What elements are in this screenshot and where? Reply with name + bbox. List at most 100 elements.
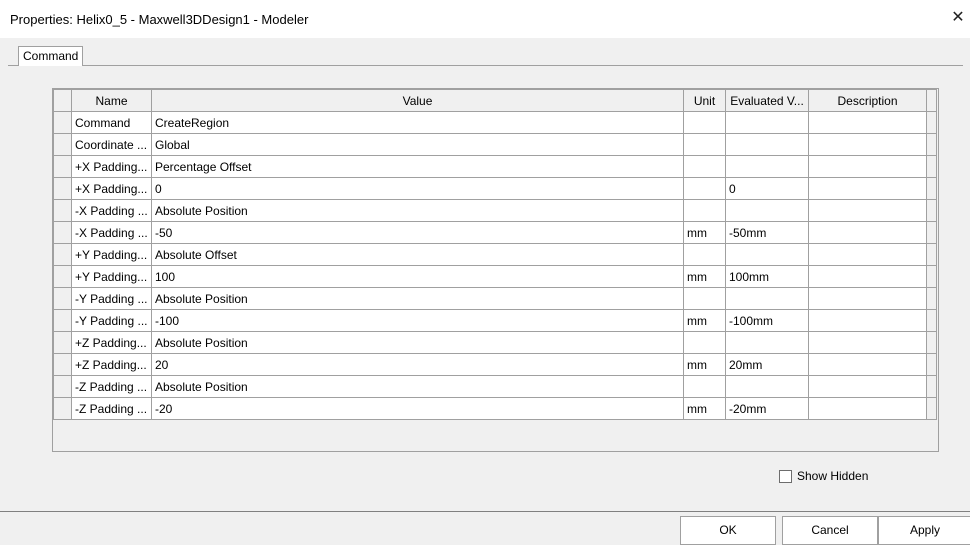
close-icon[interactable]: ✕ [950, 10, 966, 26]
cell-value[interactable]: Absolute Position [151, 375, 684, 398]
cell-value[interactable]: -100 [151, 309, 684, 332]
cell-unit[interactable] [683, 243, 726, 266]
cell-unit[interactable] [683, 287, 726, 310]
cancel-button[interactable]: Cancel [782, 516, 878, 545]
cell-unit[interactable]: mm [683, 221, 726, 244]
row-selector[interactable] [53, 331, 72, 354]
cell-description[interactable] [808, 221, 927, 244]
cell-value[interactable]: Absolute Position [151, 287, 684, 310]
cell-unit[interactable] [683, 331, 726, 354]
cell-value[interactable]: -50 [151, 221, 684, 244]
row-selector[interactable] [53, 155, 72, 178]
cell-unit[interactable]: mm [683, 309, 726, 332]
cell-name[interactable]: Coordinate ... [71, 133, 152, 156]
row-selector[interactable] [53, 243, 72, 266]
column-header-evaluated-value[interactable]: Evaluated V... [725, 89, 809, 112]
cell-value[interactable]: 100 [151, 265, 684, 288]
cell-evaluated-value[interactable] [725, 243, 809, 266]
ok-button[interactable]: OK [680, 516, 776, 545]
table-row[interactable]: Coordinate ... Global [53, 133, 937, 156]
cell-name[interactable]: +X Padding... [71, 155, 152, 178]
row-selector[interactable] [53, 397, 72, 420]
column-header-description[interactable]: Description [808, 89, 927, 112]
cell-evaluated-value[interactable]: 20mm [725, 353, 809, 376]
column-header-name[interactable]: Name [71, 89, 152, 112]
cell-value[interactable]: Absolute Position [151, 331, 684, 354]
cell-unit[interactable] [683, 133, 726, 156]
cell-name[interactable]: +Y Padding... [71, 243, 152, 266]
cell-name[interactable]: +Z Padding... [71, 331, 152, 354]
row-selector[interactable] [53, 353, 72, 376]
table-row[interactable]: +Y Padding... Absolute Offset [53, 243, 937, 266]
row-selector[interactable] [53, 287, 72, 310]
table-row[interactable]: -Y Padding ... -100 mm -100mm [53, 309, 937, 332]
cell-evaluated-value[interactable] [725, 375, 809, 398]
cell-name[interactable]: +Z Padding... [71, 353, 152, 376]
cell-unit[interactable]: mm [683, 397, 726, 420]
cell-unit[interactable]: mm [683, 353, 726, 376]
cell-description[interactable] [808, 375, 927, 398]
cell-unit[interactable] [683, 111, 726, 134]
column-header-value[interactable]: Value [151, 89, 684, 112]
row-selector[interactable] [53, 111, 72, 134]
row-selector[interactable] [53, 199, 72, 222]
row-selector[interactable] [53, 133, 72, 156]
table-row[interactable]: -Z Padding ... -20 mm -20mm [53, 397, 937, 420]
cell-description[interactable] [808, 331, 927, 354]
table-row[interactable]: -X Padding ... Absolute Position [53, 199, 937, 222]
cell-value[interactable]: Percentage Offset [151, 155, 684, 178]
cell-evaluated-value[interactable] [725, 111, 809, 134]
cell-value[interactable]: Absolute Offset [151, 243, 684, 266]
cell-value[interactable]: 0 [151, 177, 684, 200]
cell-evaluated-value[interactable]: -50mm [725, 221, 809, 244]
cell-evaluated-value[interactable] [725, 133, 809, 156]
table-row[interactable]: +Z Padding... Absolute Position [53, 331, 937, 354]
cell-value[interactable]: Global [151, 133, 684, 156]
row-selector[interactable] [53, 375, 72, 398]
table-row[interactable]: -Z Padding ... Absolute Position [53, 375, 937, 398]
cell-name[interactable]: -Z Padding ... [71, 375, 152, 398]
cell-evaluated-value[interactable]: 0 [725, 177, 809, 200]
row-selector[interactable] [53, 309, 72, 332]
cell-name[interactable]: Command [71, 111, 152, 134]
cell-description[interactable] [808, 111, 927, 134]
cell-evaluated-value[interactable] [725, 287, 809, 310]
row-selector[interactable] [53, 177, 72, 200]
cell-description[interactable] [808, 155, 927, 178]
cell-name[interactable]: -X Padding ... [71, 199, 152, 222]
cell-evaluated-value[interactable] [725, 331, 809, 354]
cell-description[interactable] [808, 309, 927, 332]
cell-name[interactable]: -X Padding ... [71, 221, 152, 244]
cell-evaluated-value[interactable] [725, 199, 809, 222]
cell-unit[interactable] [683, 155, 726, 178]
cell-value[interactable]: CreateRegion [151, 111, 684, 134]
table-row[interactable]: Command CreateRegion [53, 111, 937, 134]
cell-description[interactable] [808, 177, 927, 200]
cell-value[interactable]: -20 [151, 397, 684, 420]
show-hidden-checkbox[interactable] [779, 470, 792, 483]
cell-value[interactable]: Absolute Position [151, 199, 684, 222]
row-selector[interactable] [53, 221, 72, 244]
cell-unit[interactable]: mm [683, 265, 726, 288]
column-header-unit[interactable]: Unit [683, 89, 726, 112]
cell-description[interactable] [808, 243, 927, 266]
cell-unit[interactable] [683, 375, 726, 398]
cell-evaluated-value[interactable]: -100mm [725, 309, 809, 332]
cell-name[interactable]: -Z Padding ... [71, 397, 152, 420]
cell-name[interactable]: +Y Padding... [71, 265, 152, 288]
cell-description[interactable] [808, 287, 927, 310]
cell-description[interactable] [808, 265, 927, 288]
cell-unit[interactable] [683, 177, 726, 200]
cell-description[interactable] [808, 199, 927, 222]
table-row[interactable]: +X Padding... 0 0 [53, 177, 937, 200]
row-selector[interactable] [53, 265, 72, 288]
cell-description[interactable] [808, 353, 927, 376]
cell-evaluated-value[interactable]: -20mm [725, 397, 809, 420]
table-row[interactable]: -X Padding ... -50 mm -50mm [53, 221, 937, 244]
table-row[interactable]: +X Padding... Percentage Offset [53, 155, 937, 178]
table-row[interactable]: +Z Padding... 20 mm 20mm [53, 353, 937, 376]
cell-name[interactable]: -Y Padding ... [71, 287, 152, 310]
cell-evaluated-value[interactable]: 100mm [725, 265, 809, 288]
table-row[interactable]: -Y Padding ... Absolute Position [53, 287, 937, 310]
cell-description[interactable] [808, 133, 927, 156]
